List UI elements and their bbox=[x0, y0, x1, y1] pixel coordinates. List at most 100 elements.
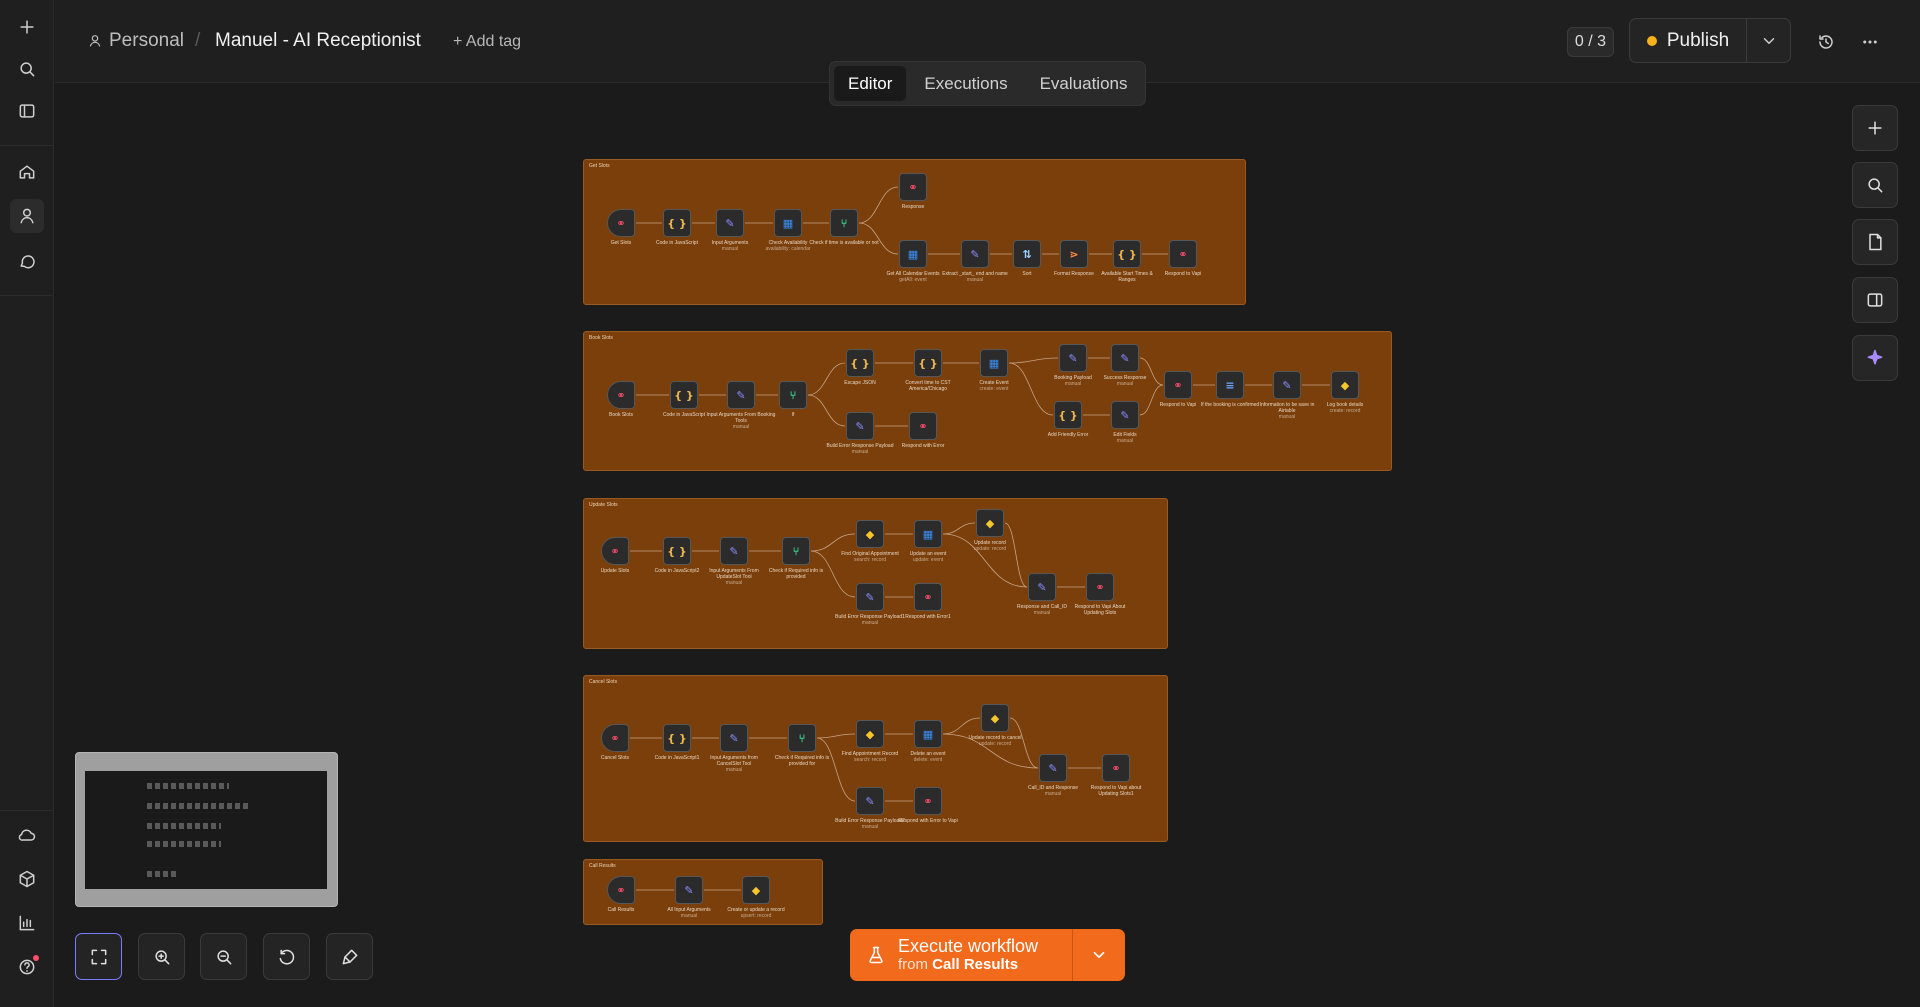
workflow-node[interactable]: ▦ bbox=[774, 209, 802, 237]
workflow-node[interactable]: ⑂ bbox=[782, 537, 810, 565]
zoom-in-button[interactable] bbox=[138, 933, 185, 980]
workflow-group[interactable]: Get Slots ⚭ Get Slots{ } Code in JavaScript… bbox=[583, 159, 1246, 305]
execute-dropdown-button[interactable] bbox=[1073, 929, 1125, 981]
workflow-node[interactable]: ⑂ bbox=[788, 724, 816, 752]
workflow-node[interactable]: ⚭ bbox=[1169, 240, 1197, 268]
search-icon[interactable] bbox=[10, 52, 44, 86]
chat-icon[interactable] bbox=[10, 244, 44, 278]
workflow-node[interactable]: { } bbox=[1113, 240, 1141, 268]
node-title: Call Results bbox=[607, 907, 635, 913]
sidebar-toggle-icon[interactable] bbox=[10, 94, 44, 128]
workflow-node[interactable]: ✎ bbox=[727, 381, 755, 409]
sticky-note-button[interactable] bbox=[1852, 219, 1898, 265]
workflow-node[interactable]: ⑂ bbox=[779, 381, 807, 409]
workflow-node[interactable]: ⋗ bbox=[1060, 240, 1088, 268]
workflow-node[interactable]: ⑂ bbox=[830, 209, 858, 237]
workflow-title[interactable]: Manuel - AI Receptionist bbox=[215, 30, 421, 52]
workflow-node[interactable]: { } bbox=[670, 381, 698, 409]
tab-evaluations[interactable]: Evaluations bbox=[1026, 66, 1142, 101]
workflow-node[interactable]: ⚭ bbox=[914, 583, 942, 611]
node-title: If bbox=[791, 412, 795, 418]
node-label: All Input Arguments manual bbox=[654, 907, 724, 919]
workflow-node[interactable]: ✎ bbox=[716, 209, 744, 237]
workflow-node[interactable]: ⚭ bbox=[909, 412, 937, 440]
plus-icon[interactable] bbox=[10, 10, 44, 44]
edit-icon: ✎ bbox=[1120, 351, 1130, 365]
breadcrumb-project[interactable]: Personal bbox=[87, 30, 184, 52]
help-icon[interactable] bbox=[10, 950, 44, 984]
history-icon[interactable] bbox=[1811, 27, 1841, 57]
minimap[interactable] bbox=[75, 752, 338, 907]
workflow-node[interactable]: ≡ bbox=[1216, 371, 1244, 399]
workflow-node[interactable]: ✎ bbox=[720, 724, 748, 752]
workflow-node[interactable]: ✎ bbox=[846, 412, 874, 440]
workflow-node[interactable]: { } bbox=[663, 724, 691, 752]
zoom-out-button[interactable] bbox=[200, 933, 247, 980]
home-icon[interactable] bbox=[10, 155, 44, 189]
workflow-node[interactable]: { } bbox=[663, 537, 691, 565]
chart-icon[interactable] bbox=[10, 906, 44, 940]
airtable-icon: ◆ bbox=[751, 883, 761, 897]
workflow-node[interactable]: ✎ bbox=[1059, 344, 1087, 372]
workflow-group[interactable]: Cancel Slots ⚭ Cancel Slots{ } Code in Java… bbox=[583, 675, 1168, 842]
workflow-node[interactable]: { } bbox=[663, 209, 691, 237]
chevron-down-icon bbox=[1093, 951, 1105, 959]
workflow-group[interactable]: Update Slots ⚭ Update Slots{ } Code in Java… bbox=[583, 498, 1168, 649]
workflow-node[interactable]: ⚭ bbox=[601, 537, 629, 565]
cloud-icon[interactable] bbox=[10, 818, 44, 852]
undo-button[interactable] bbox=[263, 933, 310, 980]
execute-workflow-button[interactable]: Execute workflow from Call Results bbox=[850, 929, 1073, 981]
tab-editor[interactable]: Editor bbox=[834, 66, 907, 101]
workflow-node[interactable]: ⚭ bbox=[607, 381, 635, 409]
workflow-node[interactable]: ◆ bbox=[856, 520, 884, 548]
workflow-node[interactable]: ⇅ bbox=[1013, 240, 1041, 268]
cube-icon[interactable] bbox=[10, 862, 44, 896]
add-tag-button[interactable]: + Add tag bbox=[453, 33, 521, 51]
workflow-group[interactable]: Book Slots ⚭ Book Slots{ } Code in JavaScri… bbox=[583, 331, 1392, 471]
workflow-node[interactable]: ✎ bbox=[1273, 371, 1301, 399]
add-node-button[interactable] bbox=[1852, 105, 1898, 151]
rail-divider bbox=[0, 145, 54, 146]
workflow-node[interactable]: ◆ bbox=[976, 509, 1004, 537]
workflow-node[interactable]: ◆ bbox=[742, 876, 770, 904]
workflow-node[interactable]: ◆ bbox=[981, 704, 1009, 732]
workflow-node[interactable]: ▦ bbox=[899, 240, 927, 268]
workflow-node[interactable]: ✎ bbox=[856, 787, 884, 815]
search-nodes-button[interactable] bbox=[1852, 162, 1898, 208]
workflow-node[interactable]: ⚭ bbox=[1164, 371, 1192, 399]
workflow-node[interactable]: ▦ bbox=[914, 720, 942, 748]
workflow-node[interactable]: ⚭ bbox=[607, 876, 635, 904]
workflow-node[interactable]: { } bbox=[846, 349, 874, 377]
user-icon[interactable] bbox=[10, 199, 44, 233]
side-panel-button[interactable] bbox=[1852, 277, 1898, 323]
publish-dropdown-button[interactable] bbox=[1747, 19, 1790, 62]
workflow-node[interactable]: ▦ bbox=[980, 349, 1008, 377]
workflow-node[interactable]: ✎ bbox=[856, 583, 884, 611]
fit-view-button[interactable] bbox=[75, 933, 122, 980]
workflow-node[interactable]: ✎ bbox=[1039, 754, 1067, 782]
workflow-group[interactable]: Call Results ⚭ Call Results ✎ All Input Argu… bbox=[583, 859, 823, 925]
workflow-node[interactable]: ✎ bbox=[675, 876, 703, 904]
workflow-node[interactable]: ✎ bbox=[961, 240, 989, 268]
workflow-node[interactable]: ⚭ bbox=[607, 209, 635, 237]
workflow-node[interactable]: ⚭ bbox=[1086, 573, 1114, 601]
workflow-node[interactable]: ⚭ bbox=[1102, 754, 1130, 782]
workflow-node[interactable]: ⚭ bbox=[601, 724, 629, 752]
workflow-node[interactable]: ✎ bbox=[1111, 401, 1139, 429]
tidy-up-button[interactable] bbox=[326, 933, 373, 980]
workflow-node[interactable]: { } bbox=[1054, 401, 1082, 429]
more-options-icon[interactable] bbox=[1855, 27, 1885, 57]
workflow-node[interactable]: ✎ bbox=[1028, 573, 1056, 601]
tab-executions[interactable]: Executions bbox=[910, 66, 1021, 101]
workflow-node[interactable]: ◆ bbox=[856, 720, 884, 748]
workflow-node[interactable]: ✎ bbox=[720, 537, 748, 565]
publish-button[interactable]: Publish bbox=[1630, 19, 1747, 62]
connection-line bbox=[858, 222, 899, 255]
workflow-node[interactable]: ⚭ bbox=[899, 173, 927, 201]
workflow-node[interactable]: ✎ bbox=[1111, 344, 1139, 372]
workflow-node[interactable]: ◆ bbox=[1331, 371, 1359, 399]
workflow-node[interactable]: { } bbox=[914, 349, 942, 377]
workflow-node[interactable]: ⚭ bbox=[914, 787, 942, 815]
ai-assistant-button[interactable] bbox=[1852, 335, 1898, 381]
workflow-node[interactable]: ▦ bbox=[914, 520, 942, 548]
